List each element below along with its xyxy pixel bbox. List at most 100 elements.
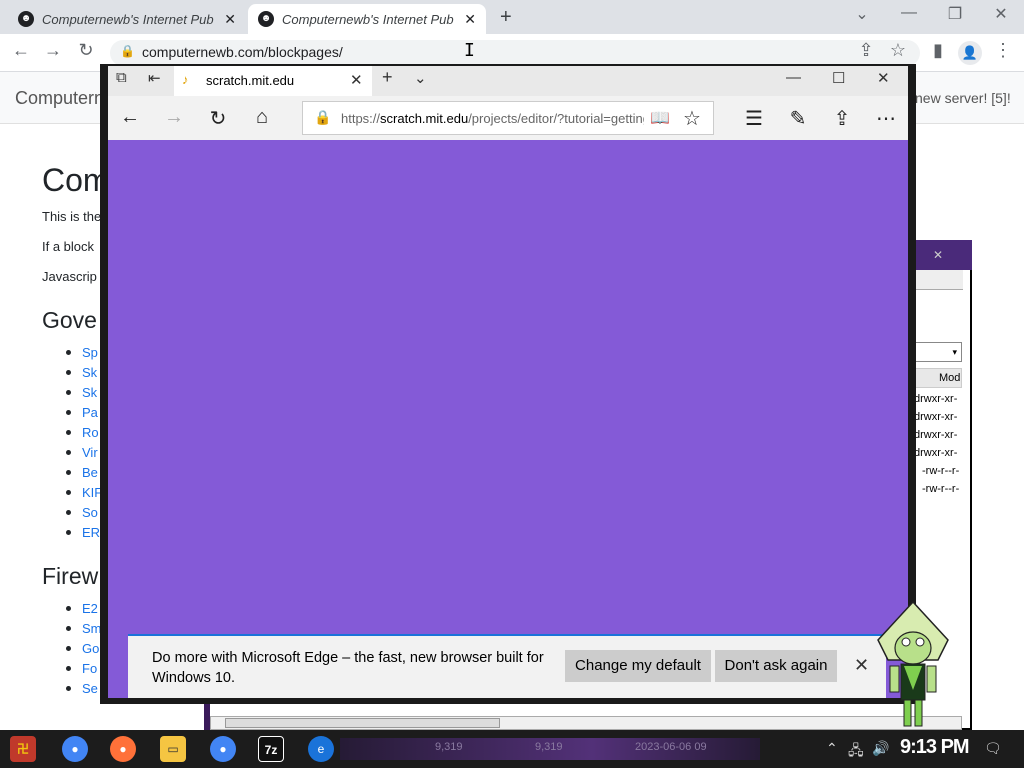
list-item[interactable]: Se xyxy=(82,681,98,696)
change-default-button[interactable]: Change my default xyxy=(565,650,711,682)
pen-icon[interactable]: ✎ xyxy=(786,106,810,131)
list-item[interactable]: E2 xyxy=(82,601,98,616)
bullet-icon xyxy=(66,530,71,535)
ghost-text: 9,319 xyxy=(435,741,463,753)
list-item[interactable]: Sp xyxy=(82,345,98,360)
bullet-icon xyxy=(66,370,71,375)
bullet-icon xyxy=(66,606,71,611)
close-icon[interactable]: ✕ xyxy=(854,655,869,676)
home-icon[interactable]: ⌂ xyxy=(250,106,274,129)
edge-icon[interactable]: e xyxy=(308,736,334,762)
list-item[interactable]: Go xyxy=(82,641,99,656)
table-row[interactable]: drwxr-xr- xyxy=(914,393,957,405)
chrome-url-text[interactable]: computernewb.com/blockpages/ xyxy=(142,44,343,60)
list-item[interactable]: Sm xyxy=(82,621,102,636)
star-icon[interactable]: ☆ xyxy=(680,106,704,131)
lock-icon: 🔒 xyxy=(314,109,332,125)
chrome-icon[interactable]: ● xyxy=(210,736,236,762)
scratch-page-content[interactable] xyxy=(108,140,908,698)
list-item[interactable]: Be xyxy=(82,465,98,480)
bullet-icon xyxy=(66,350,71,355)
profile-avatar-icon[interactable]: 👤 xyxy=(958,41,982,65)
new-tab-button[interactable]: + xyxy=(382,67,393,88)
minimize-button[interactable]: — xyxy=(786,69,801,86)
table-row[interactable]: -rw-r--r- xyxy=(922,465,959,477)
scratch-favicon-icon: ♪ xyxy=(182,72,189,87)
infobar-message: Do more with Microsoft Edge – the fast, … xyxy=(152,650,544,686)
start-icon[interactable]: 卍 xyxy=(10,736,36,762)
forward-arrow-icon[interactable]: → xyxy=(40,40,66,61)
bullet-icon xyxy=(66,490,71,495)
chevron-up-icon[interactable]: ⌃ xyxy=(826,740,838,757)
bullet-icon xyxy=(66,510,71,515)
menu-dots-icon[interactable]: ⋮ xyxy=(990,40,1016,61)
minimize-button[interactable]: — xyxy=(889,4,929,22)
chrome-close-button[interactable]: ✕ xyxy=(981,4,1021,24)
network-icon[interactable]: 🖧 xyxy=(848,740,864,764)
table-row[interactable]: -rw-r--r- xyxy=(922,483,959,495)
list-item[interactable]: ER xyxy=(82,525,100,540)
ghost-text: 9,319 xyxy=(535,741,563,753)
maximize-button[interactable]: ☐ xyxy=(832,69,845,87)
share-icon[interactable]: ⇪ xyxy=(830,106,854,131)
chrome-tab-1[interactable]: ☻ Computernewb's Internet Pub ✕ xyxy=(8,4,246,34)
page-brand[interactable]: Computern xyxy=(15,88,104,109)
chrome-tab-2[interactable]: ☻ Computernewb's Internet Pub ✕ xyxy=(248,4,486,34)
close-icon[interactable]: ✕ xyxy=(350,71,363,89)
chevron-down-icon[interactable]: ⌄ xyxy=(842,4,882,24)
table-row[interactable]: drwxr-xr- xyxy=(914,429,957,441)
list-item[interactable]: Vir xyxy=(82,445,98,460)
path-dropdown[interactable]: ▾ xyxy=(912,342,962,362)
list-item[interactable]: Ro xyxy=(82,425,99,440)
page-paragraph: Javascrip xyxy=(42,269,97,284)
reading-view-icon[interactable]: 📖 xyxy=(648,108,672,128)
edge-close-button[interactable]: ✕ xyxy=(877,69,890,87)
tab-favicon-icon: ☻ xyxy=(18,11,34,27)
list-item[interactable]: Sk xyxy=(82,385,97,400)
star-icon[interactable]: ☆ xyxy=(885,40,911,61)
set-tabs-aside-icon[interactable]: ⇤ xyxy=(148,69,161,87)
edge-url-text[interactable]: https://scratch.mit.edu/projects/editor/… xyxy=(341,111,644,126)
sidebar-icon[interactable]: ▮ xyxy=(925,40,951,61)
table-row[interactable]: drwxr-xr- xyxy=(914,411,957,423)
section-heading-government: Gove xyxy=(42,307,97,333)
refresh-icon[interactable]: ↻ xyxy=(206,106,230,131)
close-icon[interactable]: ✕ xyxy=(464,11,476,28)
taskbar-clock[interactable]: 9:13 PM xyxy=(900,736,970,759)
list-item[interactable]: So xyxy=(82,505,98,520)
page-paragraph: This is the xyxy=(42,209,102,224)
bullet-icon xyxy=(66,666,71,671)
forward-arrow-icon[interactable]: → xyxy=(162,106,186,129)
desktop-mascot-character[interactable] xyxy=(868,600,958,730)
close-icon[interactable]: ✕ xyxy=(224,11,236,28)
close-icon[interactable]: ✕ xyxy=(933,248,943,262)
chrome-icon[interactable]: ● xyxy=(62,736,88,762)
file-explorer-icon[interactable]: ▭ xyxy=(160,736,186,762)
list-item[interactable]: Pa xyxy=(82,405,98,420)
chrome-tab-1-title: Computernewb's Internet Pub xyxy=(42,11,214,27)
volume-icon[interactable]: 🔊 xyxy=(872,740,889,757)
chevron-down-icon[interactable]: ⌄ xyxy=(414,69,427,87)
firefox-icon[interactable]: ● xyxy=(110,736,136,762)
share-icon[interactable]: ⇪ xyxy=(853,40,879,61)
list-item[interactable]: Sk xyxy=(82,365,97,380)
new-tab-button[interactable]: + xyxy=(500,6,512,29)
table-row[interactable]: drwxr-xr- xyxy=(914,447,957,459)
bullet-icon xyxy=(66,430,71,435)
dont-ask-again-button[interactable]: Don't ask again xyxy=(715,650,837,682)
scrollbar-thumb[interactable] xyxy=(225,718,500,728)
reload-icon[interactable]: ↻ xyxy=(73,40,99,61)
favorites-icon[interactable]: ☰ xyxy=(742,106,766,131)
back-arrow-icon[interactable]: ← xyxy=(118,106,142,129)
tab-preview-icon[interactable]: ⧉ xyxy=(116,69,127,86)
page-news-link[interactable]: new server! [5]! xyxy=(915,90,1011,106)
back-arrow-icon[interactable]: ← xyxy=(8,40,34,61)
bullet-icon xyxy=(66,390,71,395)
page-paragraph: If a block xyxy=(42,239,95,254)
7zip-icon[interactable]: 7z xyxy=(258,736,284,762)
more-icon[interactable]: ⋯ xyxy=(874,106,898,131)
list-item[interactable]: Fo xyxy=(82,661,97,676)
restore-button[interactable]: ❐ xyxy=(935,4,975,24)
column-header-mode[interactable]: Mod xyxy=(912,368,962,388)
notification-icon[interactable]: 🗨 xyxy=(984,740,1002,757)
